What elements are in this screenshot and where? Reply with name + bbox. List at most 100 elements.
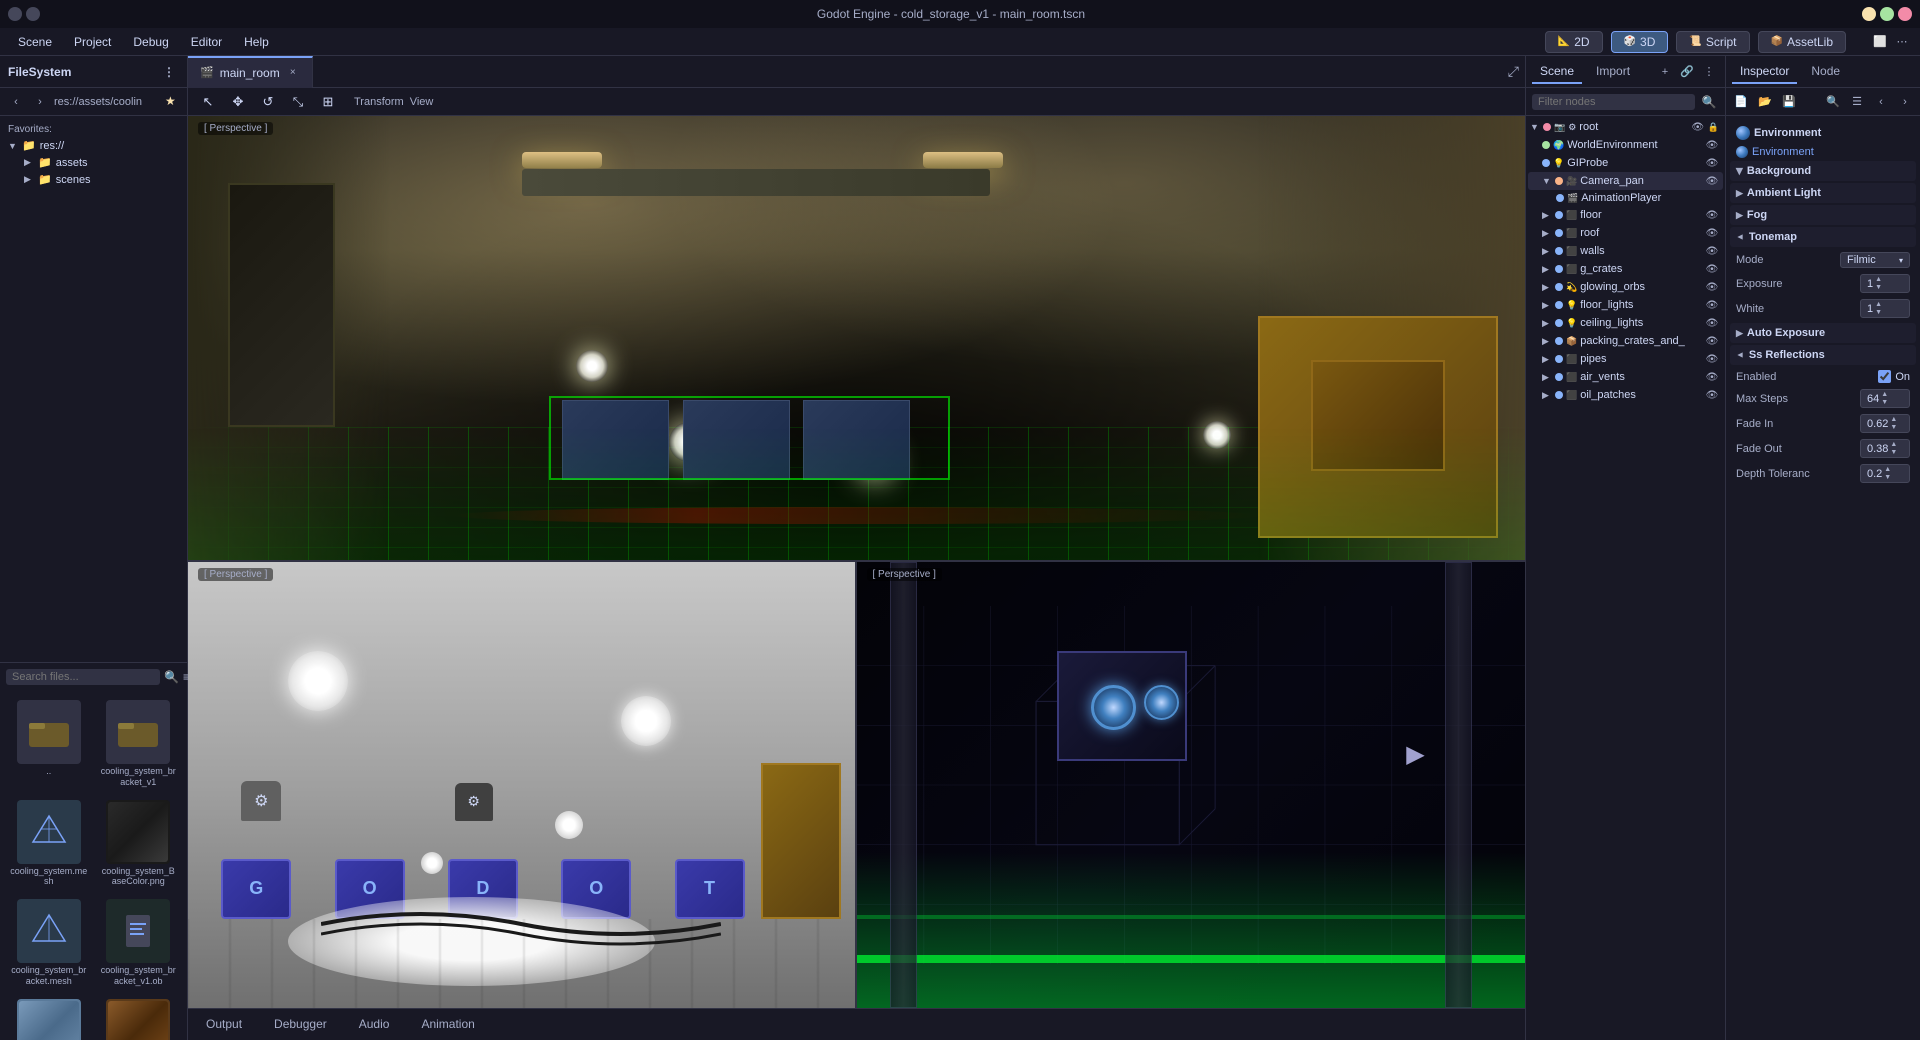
insp-depthtol-value[interactable]: 0.2 ▲ ▼ [1860,464,1910,483]
insp-prev-btn[interactable]: ‹ [1870,91,1892,113]
eye-btn[interactable]: 👁 [1705,208,1719,222]
win-maximize-button[interactable] [1880,7,1894,21]
eye-btn[interactable]: 👁 [1705,316,1719,330]
fs-back-btn[interactable]: ‹ [6,92,26,112]
spin-up-btn[interactable]: ▲ [1875,276,1882,283]
filesystem-menu-btn[interactable]: ⋮ [159,62,179,82]
tool-grid-btn[interactable]: ⊞ [316,90,340,114]
insp-new-btn[interactable]: 📄 [1730,91,1752,113]
tab-import[interactable]: Import [1588,60,1638,84]
fs-item-parent[interactable]: .. [6,696,92,792]
eye-btn[interactable]: 👁 [1705,174,1719,188]
eye-btn[interactable]: 👁 [1705,138,1719,152]
menu-editor[interactable]: Editor [181,32,232,52]
scene-node-floor[interactable]: ▶ ⬛ floor 👁 [1528,206,1723,224]
fs-item-bracket-mesh[interactable]: cooling_system_bracket.mesh [6,895,92,991]
btn-3d[interactable]: 🎲 3D [1611,31,1669,53]
fs-item-normal[interactable]: cooling_system_Normal.png [6,995,92,1040]
win-minimize-button[interactable] [1862,7,1876,21]
insp-folder-btn[interactable]: 📂 [1754,91,1776,113]
screen-toggle-btn[interactable]: ⬜ [1870,32,1890,52]
tab-node[interactable]: Node [1803,60,1848,84]
scene-node-camera[interactable]: ▼ 🎥 Camera_pan 👁 [1528,172,1723,190]
fs-forward-btn[interactable]: › [30,92,50,112]
eye-btn[interactable]: 👁 [1705,370,1719,384]
section-header-autoexposure[interactable]: ▶ Auto Exposure [1730,323,1916,343]
fs-item-occlusion[interactable]: cooling_system_OcclusionRou [96,995,182,1040]
tool-scale-btn[interactable]: ⤡ [286,90,310,114]
menu-expand-btn[interactable]: ⋯ [1892,32,1912,52]
btn-assetlib[interactable]: 📦 AssetLib [1758,31,1846,53]
spin-up-btn[interactable]: ▲ [1875,301,1882,308]
viewport-expand-btn[interactable]: ⤢ [1508,63,1519,80]
fs-item-basecolor[interactable]: cooling_system_BaseColor.png [96,796,182,892]
viewport-bottom-right[interactable]: [ Perspective ] [857,562,1526,1008]
scene-node-animplayer[interactable]: 🎬 AnimationPlayer [1528,190,1723,206]
menu-debug[interactable]: Debug [123,32,178,52]
eye-btn[interactable]: 👁 [1705,334,1719,348]
tab-animation[interactable]: Animation [411,1014,484,1036]
insp-filter-btn[interactable]: ☰ [1846,91,1868,113]
fs-favorite-btn[interactable]: ★ [165,94,181,110]
btn-script[interactable]: 📜 Script [1676,31,1749,53]
eye-btn[interactable]: 👁 [1705,298,1719,312]
fs-item-bracket-folder[interactable]: cooling_system_bracket_v1 [96,696,182,792]
section-header-ssreflections[interactable]: ▼ Ss Reflections [1730,345,1916,365]
scene-add-btn[interactable]: + [1655,62,1675,82]
eye-btn[interactable]: 👁 [1705,226,1719,240]
insp-exposure-value[interactable]: 1 ▲ ▼ [1860,274,1910,293]
tree-item-res[interactable]: ▼ 📁 res:// [4,137,183,154]
eye-btn[interactable]: 👁 [1705,280,1719,294]
scene-link-btn[interactable]: 🔗 [1677,62,1697,82]
insp-search-btn[interactable]: 🔍 [1822,91,1844,113]
scene-node-ceilinglights[interactable]: ▶ 💡 ceiling_lights 👁 [1528,314,1723,332]
spin-up-btn[interactable]: ▲ [1890,416,1897,423]
insp-environment-section[interactable]: Environment [1730,143,1916,161]
eye-btn[interactable]: 👁 [1705,352,1719,366]
tab-debugger[interactable]: Debugger [264,1014,337,1036]
fs-item-mesh[interactable]: cooling_system.mesh [6,796,92,892]
filter-search-icon[interactable]: 🔍 [1699,92,1719,112]
fs-item-obj[interactable]: cooling_system_bracket_v1.ob [96,895,182,991]
spin-down-btn[interactable]: ▼ [1884,474,1891,481]
section-header-fog[interactable]: ▶ Fog [1730,205,1916,225]
search-icon[interactable]: 🔍 [164,667,179,687]
spin-up-btn[interactable]: ▲ [1890,441,1897,448]
tab-inspector[interactable]: Inspector [1732,60,1797,84]
tab-output[interactable]: Output [196,1014,252,1036]
insp-next-btn[interactable]: › [1894,91,1916,113]
section-header-ambient[interactable]: ▶ Ambient Light [1730,183,1916,203]
spin-down-btn[interactable]: ▼ [1890,449,1897,456]
menu-help[interactable]: Help [234,32,279,52]
scene-node-orbs[interactable]: ▶ 💫 glowing_orbs 👁 [1528,278,1723,296]
tab-close-btn[interactable]: × [286,66,300,80]
scene-node-oilpatches[interactable]: ▶ ⬛ oil_patches 👁 [1528,386,1723,404]
tab-audio[interactable]: Audio [349,1014,400,1036]
eye-btn[interactable]: 👁 [1705,244,1719,258]
scene-node-worldenv[interactable]: 🌍 WorldEnvironment 👁 [1528,136,1723,154]
spin-up-btn[interactable]: ▲ [1884,466,1891,473]
scene-node-airvents[interactable]: ▶ ⬛ air_vents 👁 [1528,368,1723,386]
search-input[interactable] [6,669,160,685]
viewport-top[interactable]: [ Perspective ] [188,116,1525,562]
scene-node-packcrates[interactable]: ▶ 📦 packing_crates_and_ 👁 [1528,332,1723,350]
insp-maxsteps-value[interactable]: 64 ▲ ▼ [1860,389,1910,408]
menu-project[interactable]: Project [64,32,121,52]
scene-node-roof[interactable]: ▶ ⬛ roof 👁 [1528,224,1723,242]
eye-btn[interactable]: 👁 [1705,262,1719,276]
tree-item-assets[interactable]: ▶ 📁 assets [4,154,183,171]
scene-node-floorlights[interactable]: ▶ 💡 floor_lights 👁 [1528,296,1723,314]
tree-item-scenes[interactable]: ▶ 📁 scenes [4,171,183,188]
insp-mode-value[interactable]: Filmic ▾ [1840,252,1910,268]
win-close-button[interactable] [1898,7,1912,21]
tool-select-btn[interactable]: ↖ [196,90,220,114]
btn-2d[interactable]: 📐 2D [1545,31,1603,53]
eye-btn[interactable]: 👁 [1691,120,1705,134]
scene-node-pipes[interactable]: ▶ ⬛ pipes 👁 [1528,350,1723,368]
scene-menu-btn[interactable]: ⋮ [1699,62,1719,82]
viewport-bottom-left[interactable]: [ Perspective ] G O D O T [188,562,857,1008]
spin-down-btn[interactable]: ▼ [1875,284,1882,291]
spin-down-btn[interactable]: ▼ [1881,399,1888,406]
scene-node-gcrates[interactable]: ▶ ⬛ g_crates 👁 [1528,260,1723,278]
tool-rotate-btn[interactable]: ↺ [256,90,280,114]
